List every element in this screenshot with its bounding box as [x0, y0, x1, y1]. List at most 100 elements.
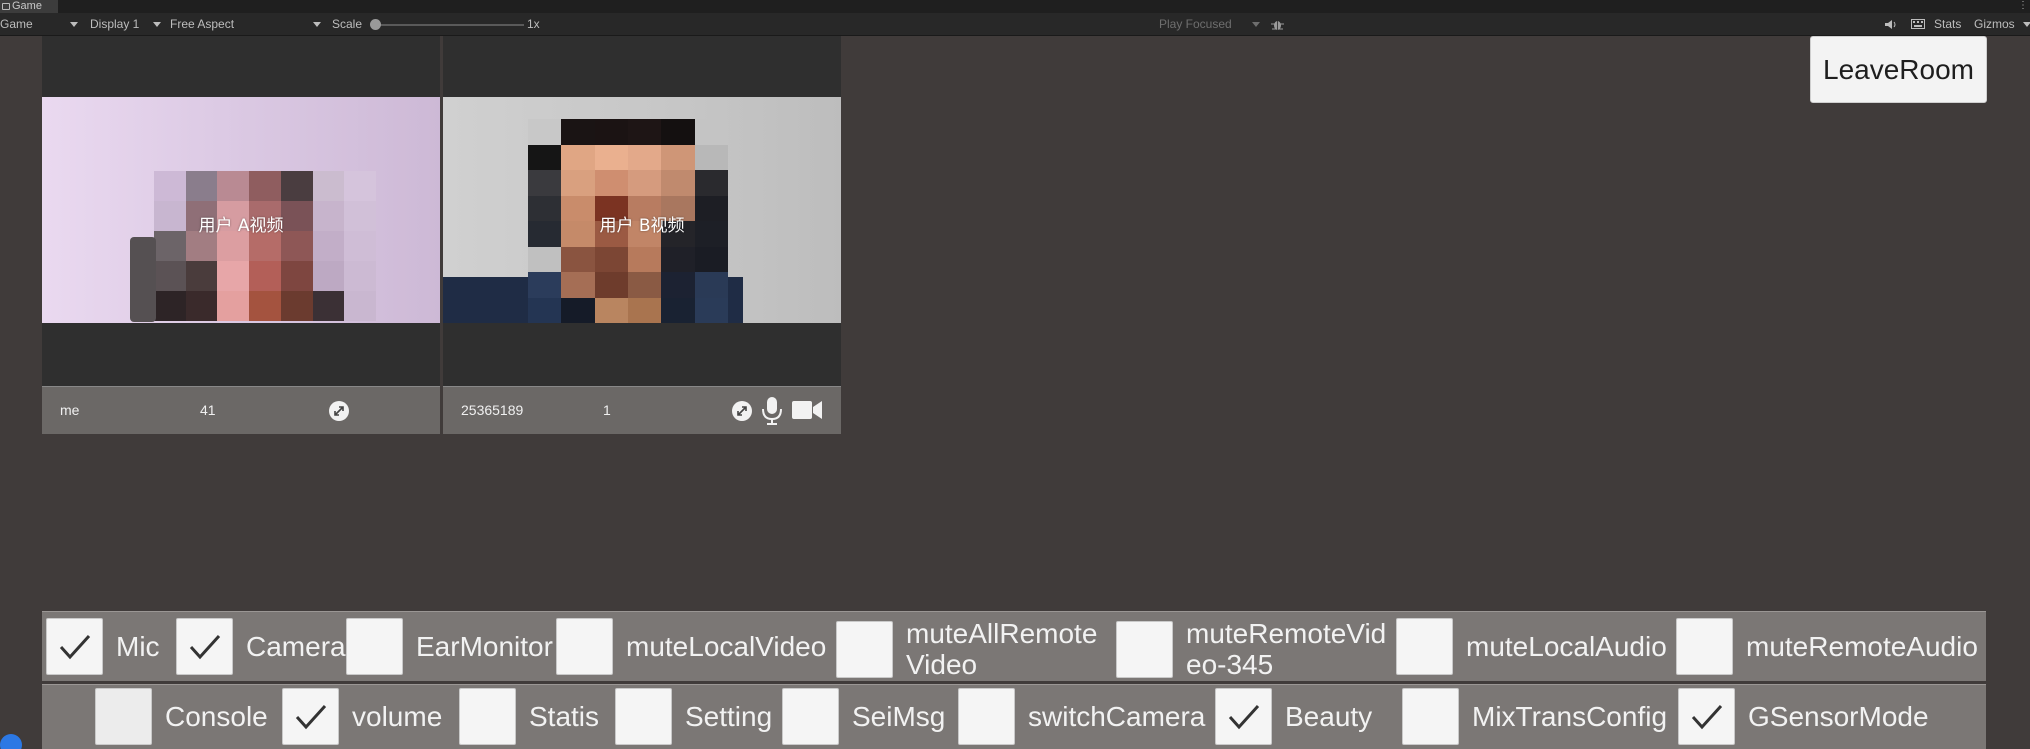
toggle-mute-remote-video[interactable]: muteRemoteVideo-345 [1116, 618, 1396, 680]
checkmark-icon [295, 704, 326, 729]
toggle-label: EarMonitor [416, 631, 553, 662]
toggle-mute-local-video[interactable]: muteLocalVideo [556, 618, 826, 675]
toggle-label: muteLocalAudio [1466, 631, 1667, 662]
video-label-a: 用户 A视频 [198, 216, 284, 236]
bug-icon[interactable] [1271, 18, 1284, 31]
toggle-label: Statis [529, 701, 600, 732]
game-view: 用户 A视频 me 41 用户 B视频 25365189 1 LeaveRoom… [0, 36, 2030, 749]
checkbox[interactable] [1402, 688, 1459, 745]
play-mode-dropdown[interactable]: Play Focused [1159, 13, 1232, 36]
tab-game[interactable]: Game [0, 0, 58, 13]
camera-icon[interactable] [792, 400, 822, 420]
toggle-gsensor-mode[interactable]: GSensorMode [1678, 688, 1929, 745]
checkbox[interactable] [1396, 618, 1453, 675]
aspect-dropdown[interactable]: Free Aspect [170, 13, 234, 36]
checkbox[interactable] [615, 688, 672, 745]
floating-assist-icon[interactable] [0, 734, 22, 749]
toggle-label: Console [165, 701, 268, 732]
toggle-label: Beauty [1285, 701, 1373, 732]
user-id-a: me [60, 402, 80, 418]
checkbox[interactable] [282, 688, 339, 745]
checkbox[interactable] [836, 620, 893, 678]
toggle-camera[interactable]: Camera [176, 618, 346, 675]
chevron-down-icon [313, 22, 321, 27]
checkbox[interactable] [459, 688, 516, 745]
checkbox[interactable] [346, 618, 403, 675]
toggle-mic[interactable]: Mic [46, 618, 160, 675]
checkbox[interactable] [782, 688, 839, 745]
user-id-b: 25365189 [461, 402, 524, 418]
chevron-down-icon [2023, 22, 2030, 27]
game-view-icon [2, 3, 10, 10]
toggle-setting[interactable]: Setting [615, 688, 772, 745]
leave-room-button[interactable]: LeaveRoom [1810, 36, 1987, 103]
stat-count-a: 41 [200, 402, 216, 418]
mode-dropdown[interactable]: Game [0, 13, 33, 36]
toggle-label: Camera [246, 631, 346, 662]
toggle-console[interactable]: Console [95, 688, 268, 745]
stat-count-b: 1 [603, 402, 611, 418]
video-panel-b: 用户 B视频 [443, 36, 841, 386]
checkmark-icon [189, 634, 220, 659]
video-panel-a: 用户 A视频 [42, 36, 440, 386]
toggle-label: Setting [685, 701, 773, 732]
toggle-mute-all-remote-video[interactable]: muteAllRemoteVideo [836, 618, 1111, 680]
toggle-label: muteLocalVideo [626, 631, 827, 662]
toggle-label: SeiMsg [852, 701, 946, 732]
expand-icon[interactable] [329, 401, 349, 421]
gizmos-dropdown[interactable]: Gizmos [1974, 13, 2015, 36]
tab-menu-icon[interactable]: ⋮ [2018, 1, 2028, 11]
video-info-bar-b: 25365189 1 [443, 386, 841, 434]
chevron-down-icon [70, 22, 78, 27]
toggle-mix-trans-config[interactable]: MixTransConfig [1402, 688, 1667, 745]
toggle-mute-remote-audio[interactable]: muteRemoteAudio [1676, 618, 1978, 675]
chevron-down-icon [1252, 22, 1260, 27]
checkbox[interactable] [1116, 620, 1173, 678]
keyboard-icon[interactable] [1911, 19, 1925, 29]
toggle-row-1: Mic Camera EarMonitor muteLocalVideo mut… [42, 611, 1986, 681]
toggle-label: GSensorMode [1748, 701, 1929, 732]
toggle-label: switchCamera [1028, 701, 1206, 732]
checkbox[interactable] [1215, 688, 1272, 745]
toggle-statis[interactable]: Statis [459, 688, 599, 745]
video-feed-b [443, 97, 841, 323]
microphone-icon[interactable] [761, 396, 783, 426]
scale-slider-track[interactable] [376, 24, 524, 26]
checkbox[interactable] [958, 688, 1015, 745]
toggle-row-2: Console volume Statis Setting SeiMsg swi… [42, 684, 1986, 749]
toggle-label: muteRemoteAudio [1746, 631, 1978, 662]
toggle-label: volume [352, 701, 443, 732]
display-dropdown[interactable]: Display 1 [90, 13, 139, 36]
toggle-beauty[interactable]: Beauty [1215, 688, 1372, 745]
scale-slider-handle[interactable] [370, 19, 381, 30]
checkbox[interactable] [1676, 618, 1733, 675]
toggle-mute-local-audio[interactable]: muteLocalAudio [1396, 618, 1667, 675]
checkbox[interactable] [556, 618, 613, 675]
toggle-sei-msg[interactable]: SeiMsg [782, 688, 945, 745]
expand-icon[interactable] [732, 401, 752, 421]
toggle-label: muteRemoteVideo-345 [1186, 618, 1387, 680]
scale-label: Scale [332, 17, 363, 31]
pixelated-face-a [154, 171, 376, 321]
stats-button[interactable]: Stats [1934, 13, 1961, 36]
checkmark-icon [59, 634, 90, 659]
checkbox[interactable] [95, 688, 152, 745]
video-feed-a [42, 97, 440, 323]
video-info-bar-a: me 41 [42, 386, 440, 434]
toggle-label: muteAllRemoteVideo [906, 618, 1098, 680]
checkmark-icon [1228, 704, 1259, 729]
toggle-switch-camera[interactable]: switchCamera [958, 688, 1205, 745]
toggle-ear-monitor[interactable]: EarMonitor [346, 618, 553, 675]
checkmark-icon [1691, 704, 1722, 729]
editor-tab-bar: Game ⋮ [0, 0, 2030, 13]
tab-game-label: Game [12, 0, 42, 12]
toggle-label: MixTransConfig [1472, 701, 1668, 732]
checkbox[interactable] [46, 618, 103, 675]
game-toolbar: Game Display 1 Free Aspect Scale 1x Play… [0, 13, 2030, 36]
speaker-icon[interactable] [1884, 19, 1897, 30]
toggle-volume[interactable]: volume [282, 688, 442, 745]
checkbox[interactable] [1678, 688, 1735, 745]
chevron-down-icon [153, 22, 161, 27]
toggle-label: Mic [116, 631, 160, 662]
checkbox[interactable] [176, 618, 233, 675]
